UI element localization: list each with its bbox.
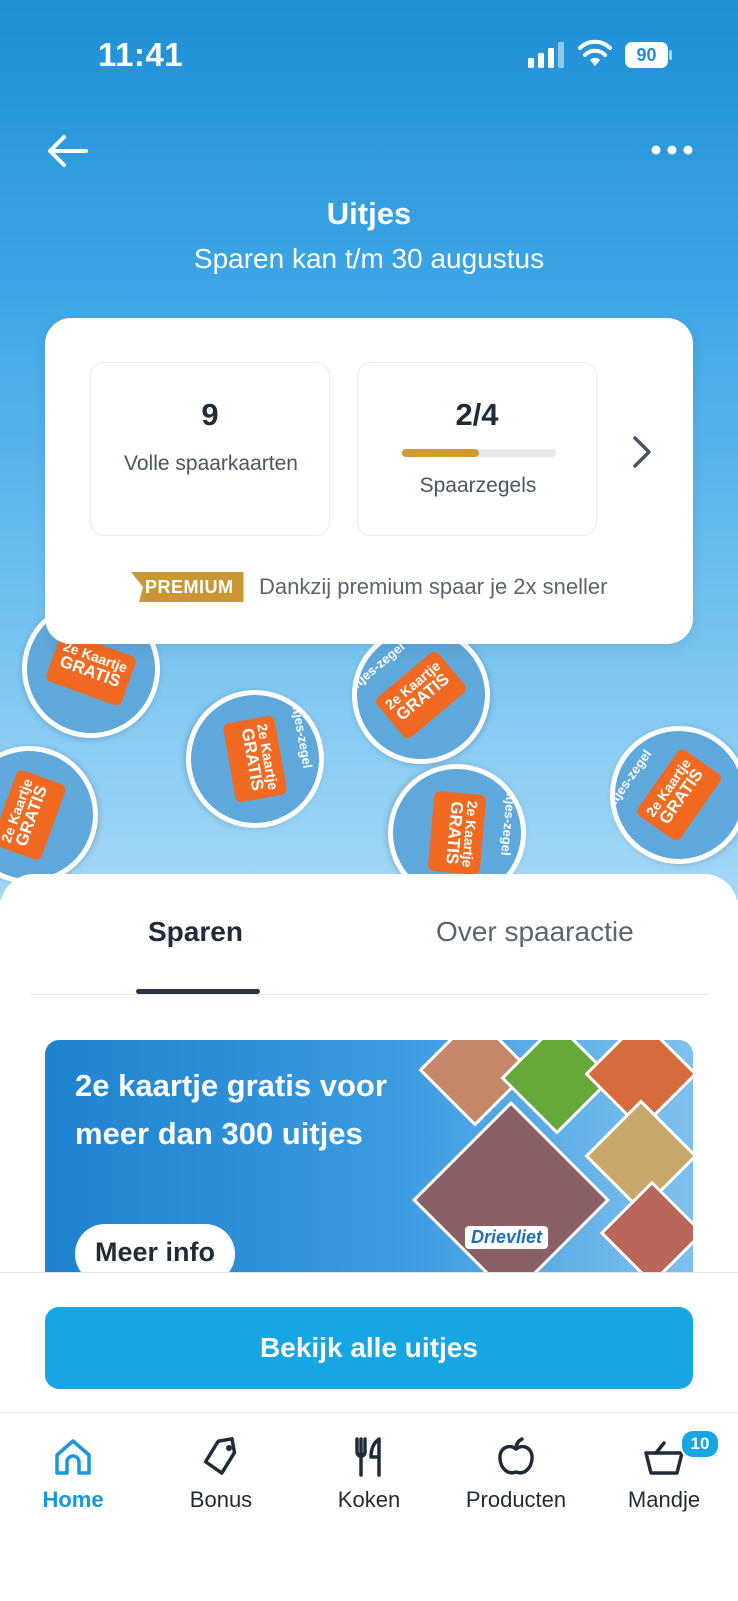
tabbar-home-label: Home bbox=[42, 1487, 104, 1512]
battery-icon: 90 bbox=[625, 42, 673, 68]
meer-info-button[interactable]: Meer info bbox=[75, 1224, 235, 1274]
stamp-decoration: Uitjes-zegel 2e KaartjeGRATIS bbox=[582, 698, 738, 892]
attraction-tile-label: Drievliet bbox=[465, 1226, 549, 1249]
basket-count-badge: 10 bbox=[680, 1429, 720, 1459]
attraction-tiles-image: Drievliet bbox=[405, 1040, 693, 1274]
stamps-progress-bar bbox=[402, 449, 556, 457]
tabbar-mandje-label: Mandje bbox=[627, 1487, 701, 1512]
more-icon[interactable] bbox=[650, 138, 694, 162]
apple-icon bbox=[498, 1437, 534, 1475]
stamps-count: 2/4 bbox=[455, 397, 499, 432]
tabbar-koken-label: Koken bbox=[337, 1487, 401, 1512]
tabbar-home[interactable]: Home bbox=[3, 1435, 143, 1513]
stamp-ring-text: Uitjes-zegel bbox=[498, 782, 520, 857]
stamps-progress-fill bbox=[402, 449, 479, 457]
full-cards-tile: 9 Volle spaarkaarten bbox=[90, 362, 330, 536]
tabbar-koken[interactable]: Koken bbox=[299, 1435, 439, 1513]
stamps-label: Spaarzegels bbox=[419, 474, 537, 497]
stamps-tile: 2/4 Spaarzegels bbox=[357, 362, 597, 536]
tab-sparen[interactable]: Sparen bbox=[148, 916, 243, 948]
page-title: Uitjes bbox=[326, 196, 412, 231]
tabbar-mandje[interactable]: 10 Mandje bbox=[594, 1429, 734, 1513]
promo-banner[interactable]: Drievliet 2e kaartje gratis voor meer da… bbox=[45, 1040, 693, 1274]
tabbar-producten[interactable]: Producten bbox=[446, 1435, 586, 1513]
stamp-ticket: 2e Kaartje GRATIS bbox=[0, 768, 68, 862]
full-cards-label: Volle spaarkaarten bbox=[124, 452, 298, 475]
banner-headline: 2e kaartje gratis voor meer dan 300 uitj… bbox=[75, 1068, 387, 1151]
home-icon bbox=[55, 1439, 91, 1475]
status-bar: 11:41 90 bbox=[0, 0, 738, 110]
stamp-decoration: Uitjes-zegel 2e KaartjeGRATIS bbox=[175, 679, 335, 839]
tab-bar: Sparen Over spaaractie bbox=[30, 874, 708, 995]
chevron-right-icon[interactable] bbox=[630, 434, 654, 470]
premium-badge: PREMIUM bbox=[131, 572, 244, 602]
view-all-outings-button[interactable]: Bekijk alle uitjes bbox=[45, 1307, 693, 1389]
back-arrow-icon[interactable] bbox=[46, 134, 88, 168]
active-tab-indicator bbox=[136, 989, 260, 994]
tabbar-producten-label: Producten bbox=[465, 1487, 567, 1512]
cta-area: Bekijk alle uitjes bbox=[0, 1272, 738, 1413]
tabbar-bonus[interactable]: Bonus bbox=[151, 1435, 291, 1513]
stamp-ticket: 2e Kaartje GRATIS bbox=[427, 790, 487, 876]
status-time: 11:41 bbox=[98, 36, 184, 73]
attraction-tile bbox=[599, 1180, 693, 1274]
tab-over-spaaractie[interactable]: Over spaaractie bbox=[436, 916, 634, 948]
stamp-ring-text: Uitjes-zegel bbox=[287, 695, 316, 770]
page-subtitle: Sparen kan t/m 30 augustus bbox=[193, 243, 545, 274]
cutlery-icon bbox=[355, 1437, 381, 1477]
top-navbar bbox=[0, 120, 738, 180]
premium-text: Dankzij premium spaar je 2x sneller bbox=[259, 574, 608, 599]
cellular-signal-icon bbox=[528, 42, 564, 68]
stamp-ticket: 2e Kaartje GRATIS bbox=[222, 715, 288, 803]
bottom-tab-bar: Home Bonus Koken Producten 10 Mandje bbox=[0, 1412, 738, 1601]
savings-card[interactable]: 9 Volle spaarkaarten 2/4 Spaarzegels PRE… bbox=[45, 318, 693, 644]
bonus-tag-icon bbox=[203, 1437, 237, 1475]
tabbar-bonus-label: Bonus bbox=[189, 1487, 253, 1512]
wifi-icon bbox=[578, 39, 612, 66]
full-cards-count: 9 bbox=[201, 397, 219, 432]
premium-info: PREMIUM Dankzij premium spaar je 2x snel… bbox=[45, 570, 693, 604]
battery-level: 90 bbox=[636, 45, 657, 65]
